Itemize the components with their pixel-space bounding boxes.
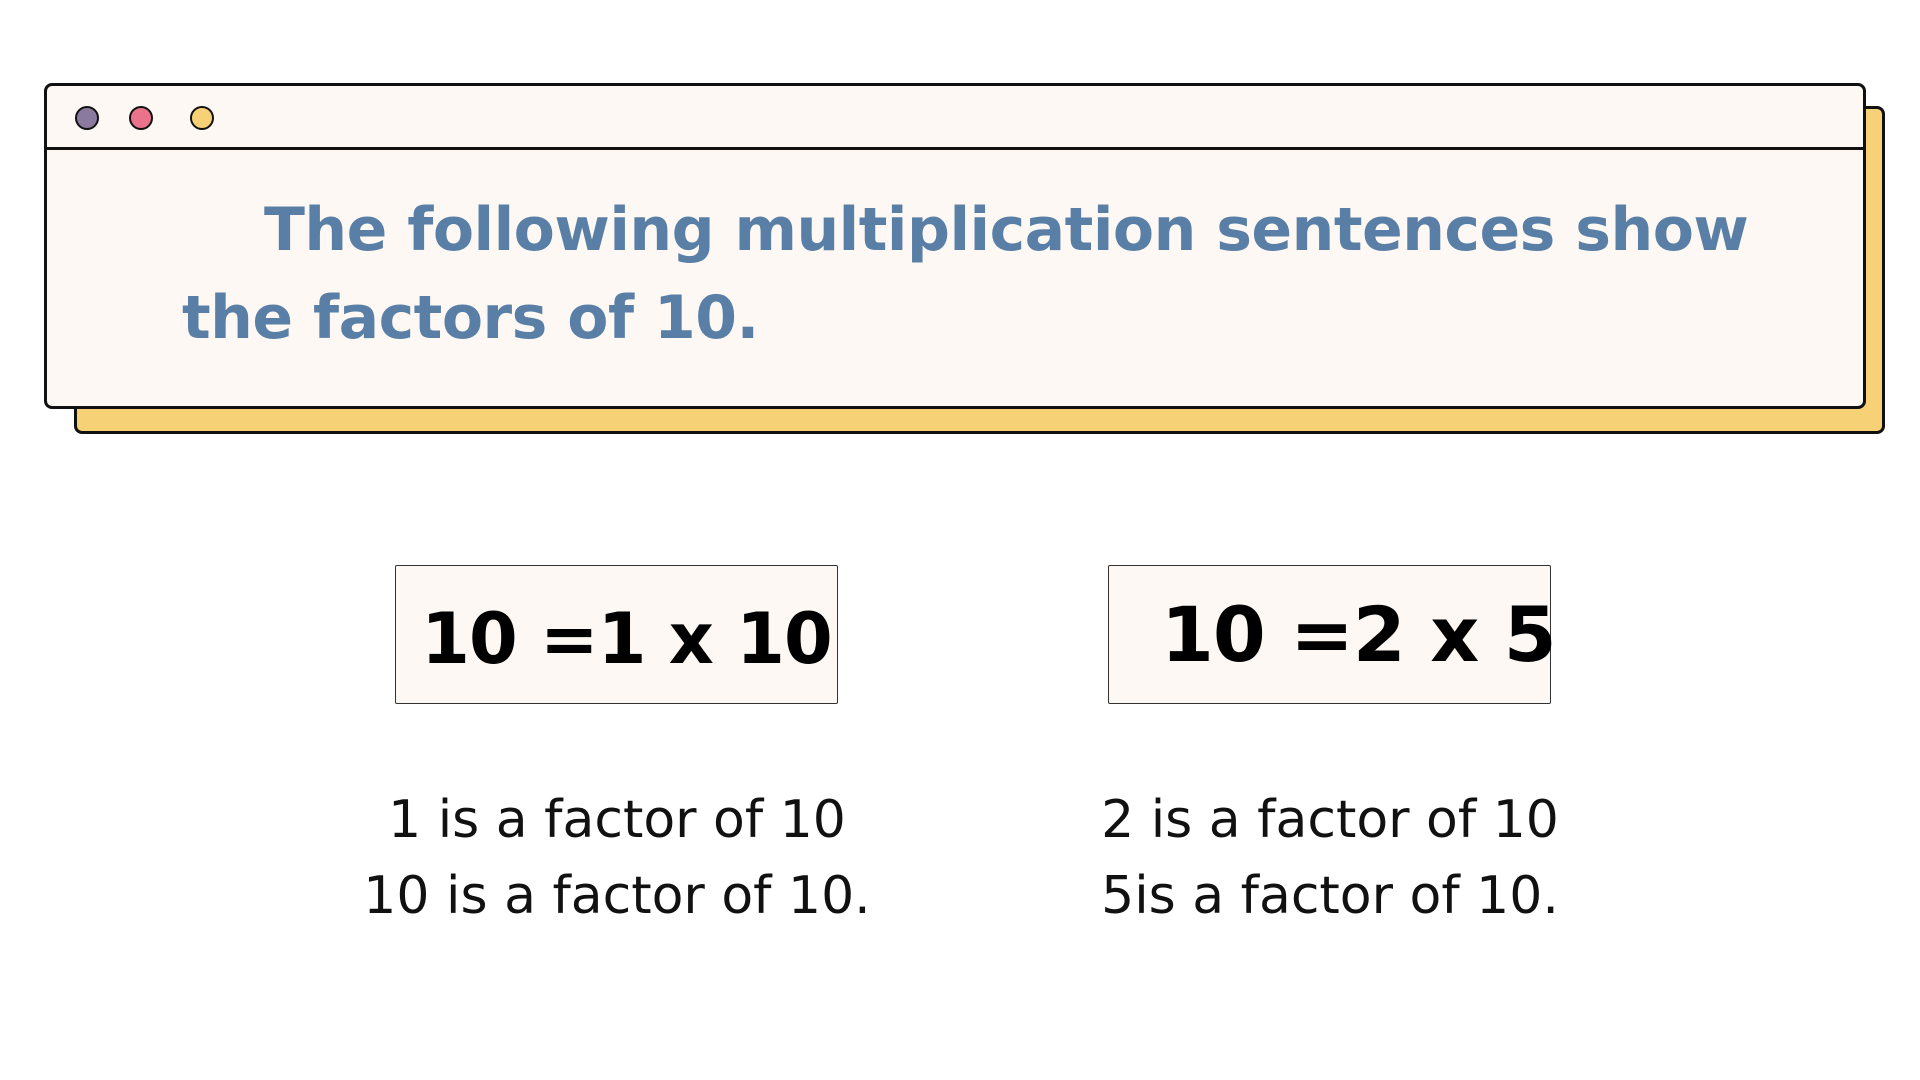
heading-text: The following multiplication sentences s…: [182, 195, 1749, 353]
factor-statement: 1 is a factor of 10: [388, 790, 846, 850]
window-dot-purple: [75, 106, 99, 130]
equation-box-1: 10 =1 x 10: [395, 565, 838, 704]
factor-statements-left: 1 is a factor of 10 10 is a factor of 10…: [337, 782, 897, 934]
factor-statement: 5is a factor of 10.: [1101, 866, 1559, 926]
factor-statement: 2 is a factor of 10: [1101, 790, 1559, 850]
equation-text: 10 =1 x 10: [421, 597, 832, 680]
equation-text: 10 =2 x 5: [1161, 590, 1557, 679]
window-titlebar: [47, 86, 1863, 150]
factor-statements-right: 2 is a factor of 10 5is a factor of 10.: [1050, 782, 1610, 934]
equation-box-2: 10 =2 x 5: [1108, 565, 1557, 704]
window-frame: The following multiplication sentences s…: [44, 83, 1866, 409]
slide: The following multiplication sentences s…: [0, 0, 1920, 1080]
window-dot-yellow: [190, 106, 214, 130]
factor-statement: 10 is a factor of 10.: [363, 866, 871, 926]
window-dot-pink: [129, 106, 153, 130]
